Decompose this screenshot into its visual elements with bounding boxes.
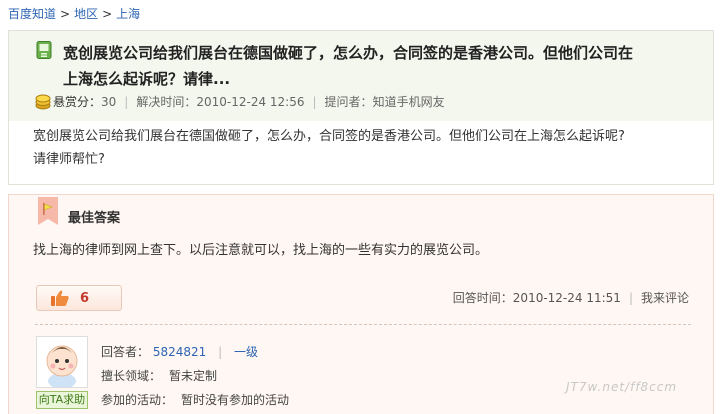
answerer-label: 回答者： bbox=[101, 345, 150, 359]
expertise-label: 擅长领域： bbox=[101, 369, 162, 383]
watermark: JT7w.net/ff8ccm bbox=[566, 380, 678, 394]
breadcrumb-shanghai[interactable]: 上海 bbox=[116, 7, 140, 21]
question-body-line1: 宽创展览公司给我们展台在德国做砸了，怎么办，合同签的是香港公司。但他们公司在上海… bbox=[33, 129, 625, 144]
asker-label: 提问者： bbox=[324, 95, 373, 109]
divider: | bbox=[124, 94, 129, 109]
resolved-label: 解决时间： bbox=[136, 95, 197, 109]
coin-icon bbox=[35, 94, 51, 109]
resolved-time: 2010-12-24 12:56 bbox=[196, 94, 305, 109]
expertise-value: 暂未定制 bbox=[169, 369, 218, 383]
question-title: 宽创展览公司给我们展台在德国做砸了，怎么办，合同签的是香港公司。但他们公司在 上… bbox=[63, 40, 703, 92]
question-meta: 悬赏分： 30 | 解决时间： 2010-12-24 12:56 | 提问者： … bbox=[35, 93, 445, 110]
comment-link[interactable]: 我来评论 bbox=[641, 291, 689, 305]
question-title-line2: 上海怎么起诉呢？请律... bbox=[63, 70, 231, 88]
answer-time: 2010-12-24 11:51 bbox=[512, 291, 621, 305]
answerer-level-link[interactable]: 一级 bbox=[234, 345, 258, 359]
thumbs-up-icon bbox=[51, 290, 69, 306]
breadcrumb-region[interactable]: 地区 bbox=[74, 7, 98, 21]
reward-label: 悬赏分： bbox=[53, 95, 102, 109]
answer-time-label: 回答时间： bbox=[452, 291, 513, 305]
best-answer-heading: 最佳答案 bbox=[68, 211, 121, 226]
divider: | bbox=[218, 345, 223, 359]
mobile-phone-icon bbox=[36, 41, 52, 59]
answerer-name-link[interactable]: 5824821 bbox=[153, 345, 206, 359]
ask-for-help-button[interactable]: 向TA求助 bbox=[36, 391, 88, 409]
breadcrumb-baidu-zhidao[interactable]: 百度知道 bbox=[8, 7, 56, 21]
breadcrumb: 百度知道 > 地区 > 上海 bbox=[8, 5, 140, 22]
baby-avatar-icon bbox=[37, 337, 87, 389]
activities-value: 暂时没有参加的活动 bbox=[181, 393, 290, 407]
like-count: 6 bbox=[80, 290, 90, 306]
avatar[interactable] bbox=[36, 336, 88, 389]
divider: | bbox=[628, 291, 633, 305]
question-header: 宽创展览公司给我们展台在德国做砸了，怎么办，合同签的是香港公司。但他们公司在 上… bbox=[9, 31, 713, 121]
reward-value: 30 bbox=[101, 94, 117, 109]
answerer-row: 回答者： 5824821 | 一级 bbox=[101, 340, 289, 364]
question-title-line1: 宽创展览公司给我们展台在德国做砸了，怎么办，合同签的是香港公司。但他们公司在 bbox=[63, 44, 634, 62]
question-box: 宽创展览公司给我们展台在德国做砸了，怎么办，合同签的是香港公司。但他们公司在 上… bbox=[8, 30, 714, 185]
best-answer-flag-icon bbox=[38, 197, 58, 225]
activities-label: 参加的活动： bbox=[101, 393, 174, 407]
question-body: 宽创展览公司给我们展台在德国做砸了，怎么办，合同签的是香港公司。但他们公司在上海… bbox=[33, 125, 703, 171]
asker-name: 知道手机网友 bbox=[372, 95, 445, 109]
answerer-info: 回答者： 5824821 | 一级 擅长领域： 暂未定制 参加的活动： 暂时没有参加… bbox=[101, 340, 289, 412]
question-body-line2: 请律师帮忙? bbox=[33, 152, 105, 167]
breadcrumb-separator: > bbox=[60, 7, 71, 21]
expertise-row: 擅长领域： 暂未定制 bbox=[101, 364, 289, 388]
breadcrumb-separator: > bbox=[102, 7, 113, 21]
answer-meta: 回答时间：2010-12-24 11:51 | 我来评论 bbox=[453, 289, 689, 306]
like-button[interactable]: 6 bbox=[36, 285, 122, 311]
best-answer-body: 找上海的律师到网上查下。以后注意就可以，找上海的一些有实力的展览公司。 bbox=[33, 243, 489, 258]
activities-row: 参加的活动： 暂时没有参加的活动 bbox=[101, 388, 289, 412]
dashed-divider bbox=[35, 324, 691, 325]
divider: | bbox=[312, 94, 317, 109]
